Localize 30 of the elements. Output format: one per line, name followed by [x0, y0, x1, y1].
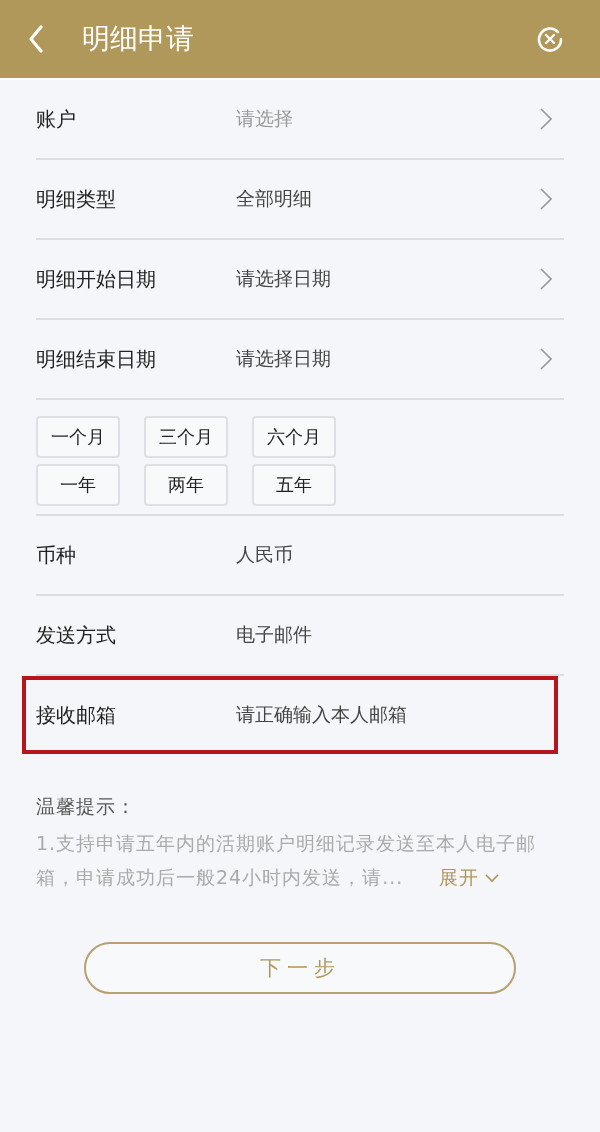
- back-icon[interactable]: [28, 25, 44, 53]
- field-label: 账户: [36, 105, 77, 133]
- field-label: 明细类型: [36, 185, 117, 213]
- chevron-down-icon[interactable]: [485, 874, 500, 883]
- page-title: 明细申请: [82, 21, 195, 57]
- form-row[interactable]: 明细结束日期 请选择日期: [36, 320, 564, 398]
- field-label: 接收邮箱: [36, 701, 117, 729]
- field-label: 明细结束日期: [36, 345, 157, 373]
- field-value: 电子邮件: [236, 622, 313, 647]
- close-icon[interactable]: [536, 25, 564, 53]
- field-value: 请选择日期: [236, 266, 332, 291]
- field-value: 请选择日期: [236, 346, 332, 371]
- field-value: 请正确输入本人邮箱: [236, 702, 408, 727]
- form-row[interactable]: 明细开始日期 请选择日期: [36, 240, 564, 318]
- tips-title: 温馨提示：: [36, 794, 137, 819]
- field-label: 发送方式: [36, 621, 117, 649]
- form-row[interactable]: 明细类型 全部明细: [36, 160, 564, 238]
- period-button[interactable]: 三个月: [144, 416, 228, 458]
- period-button[interactable]: 一个月: [36, 416, 120, 458]
- period-button[interactable]: 两年: [144, 464, 228, 506]
- tips-text: 1.支持申请五年内的活期账户明细记录发送至本人电子邮箱，申请成功后一般24小时内发送，请... 展开: [36, 831, 538, 890]
- period-button[interactable]: 五年: [252, 464, 336, 506]
- form-row[interactable]: 账户 请选择: [36, 80, 564, 158]
- field-label: 币种: [36, 541, 77, 569]
- field-value: 全部明细: [236, 186, 313, 211]
- field-value: 人民币: [236, 542, 294, 567]
- field-placeholder: 请选择: [236, 106, 294, 131]
- period-button[interactable]: 一年: [36, 464, 120, 506]
- period-button[interactable]: 六个月: [252, 416, 336, 458]
- field-label: 明细开始日期: [36, 265, 157, 293]
